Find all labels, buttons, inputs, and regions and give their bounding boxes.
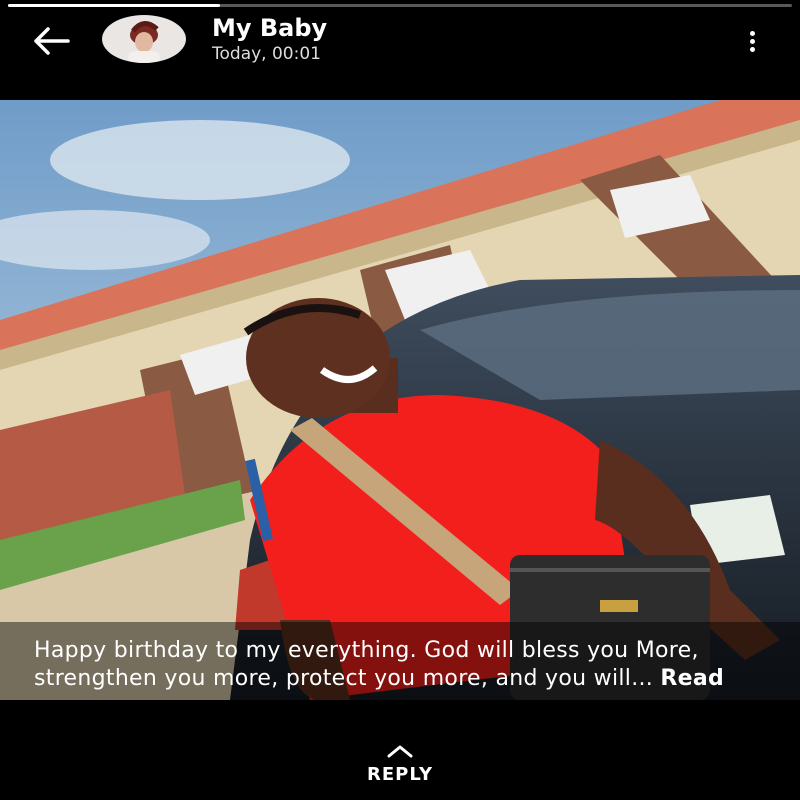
status-photo[interactable]	[0, 100, 800, 700]
read-more-link[interactable]: Read	[660, 666, 724, 691]
reply-button[interactable]: REPLY	[340, 742, 460, 792]
avatar-image	[102, 15, 186, 63]
more-vertical-icon	[749, 30, 755, 36]
more-options-button[interactable]	[740, 24, 764, 58]
chevron-up-icon	[387, 745, 413, 758]
status-caption[interactable]: Happy birthday to my everything. God wil…	[34, 637, 774, 693]
contact-name: My Baby	[212, 14, 328, 42]
reply-label: REPLY	[366, 764, 434, 785]
status-photo-image	[0, 100, 800, 700]
back-button[interactable]	[28, 24, 74, 58]
arrow-left-icon	[34, 27, 70, 55]
status-timestamp: Today, 00:01	[212, 44, 321, 64]
caption-text: Happy birthday to my everything. God wil…	[34, 638, 699, 691]
status-header: My Baby Today, 00:01	[0, 0, 800, 100]
avatar[interactable]	[102, 15, 186, 63]
